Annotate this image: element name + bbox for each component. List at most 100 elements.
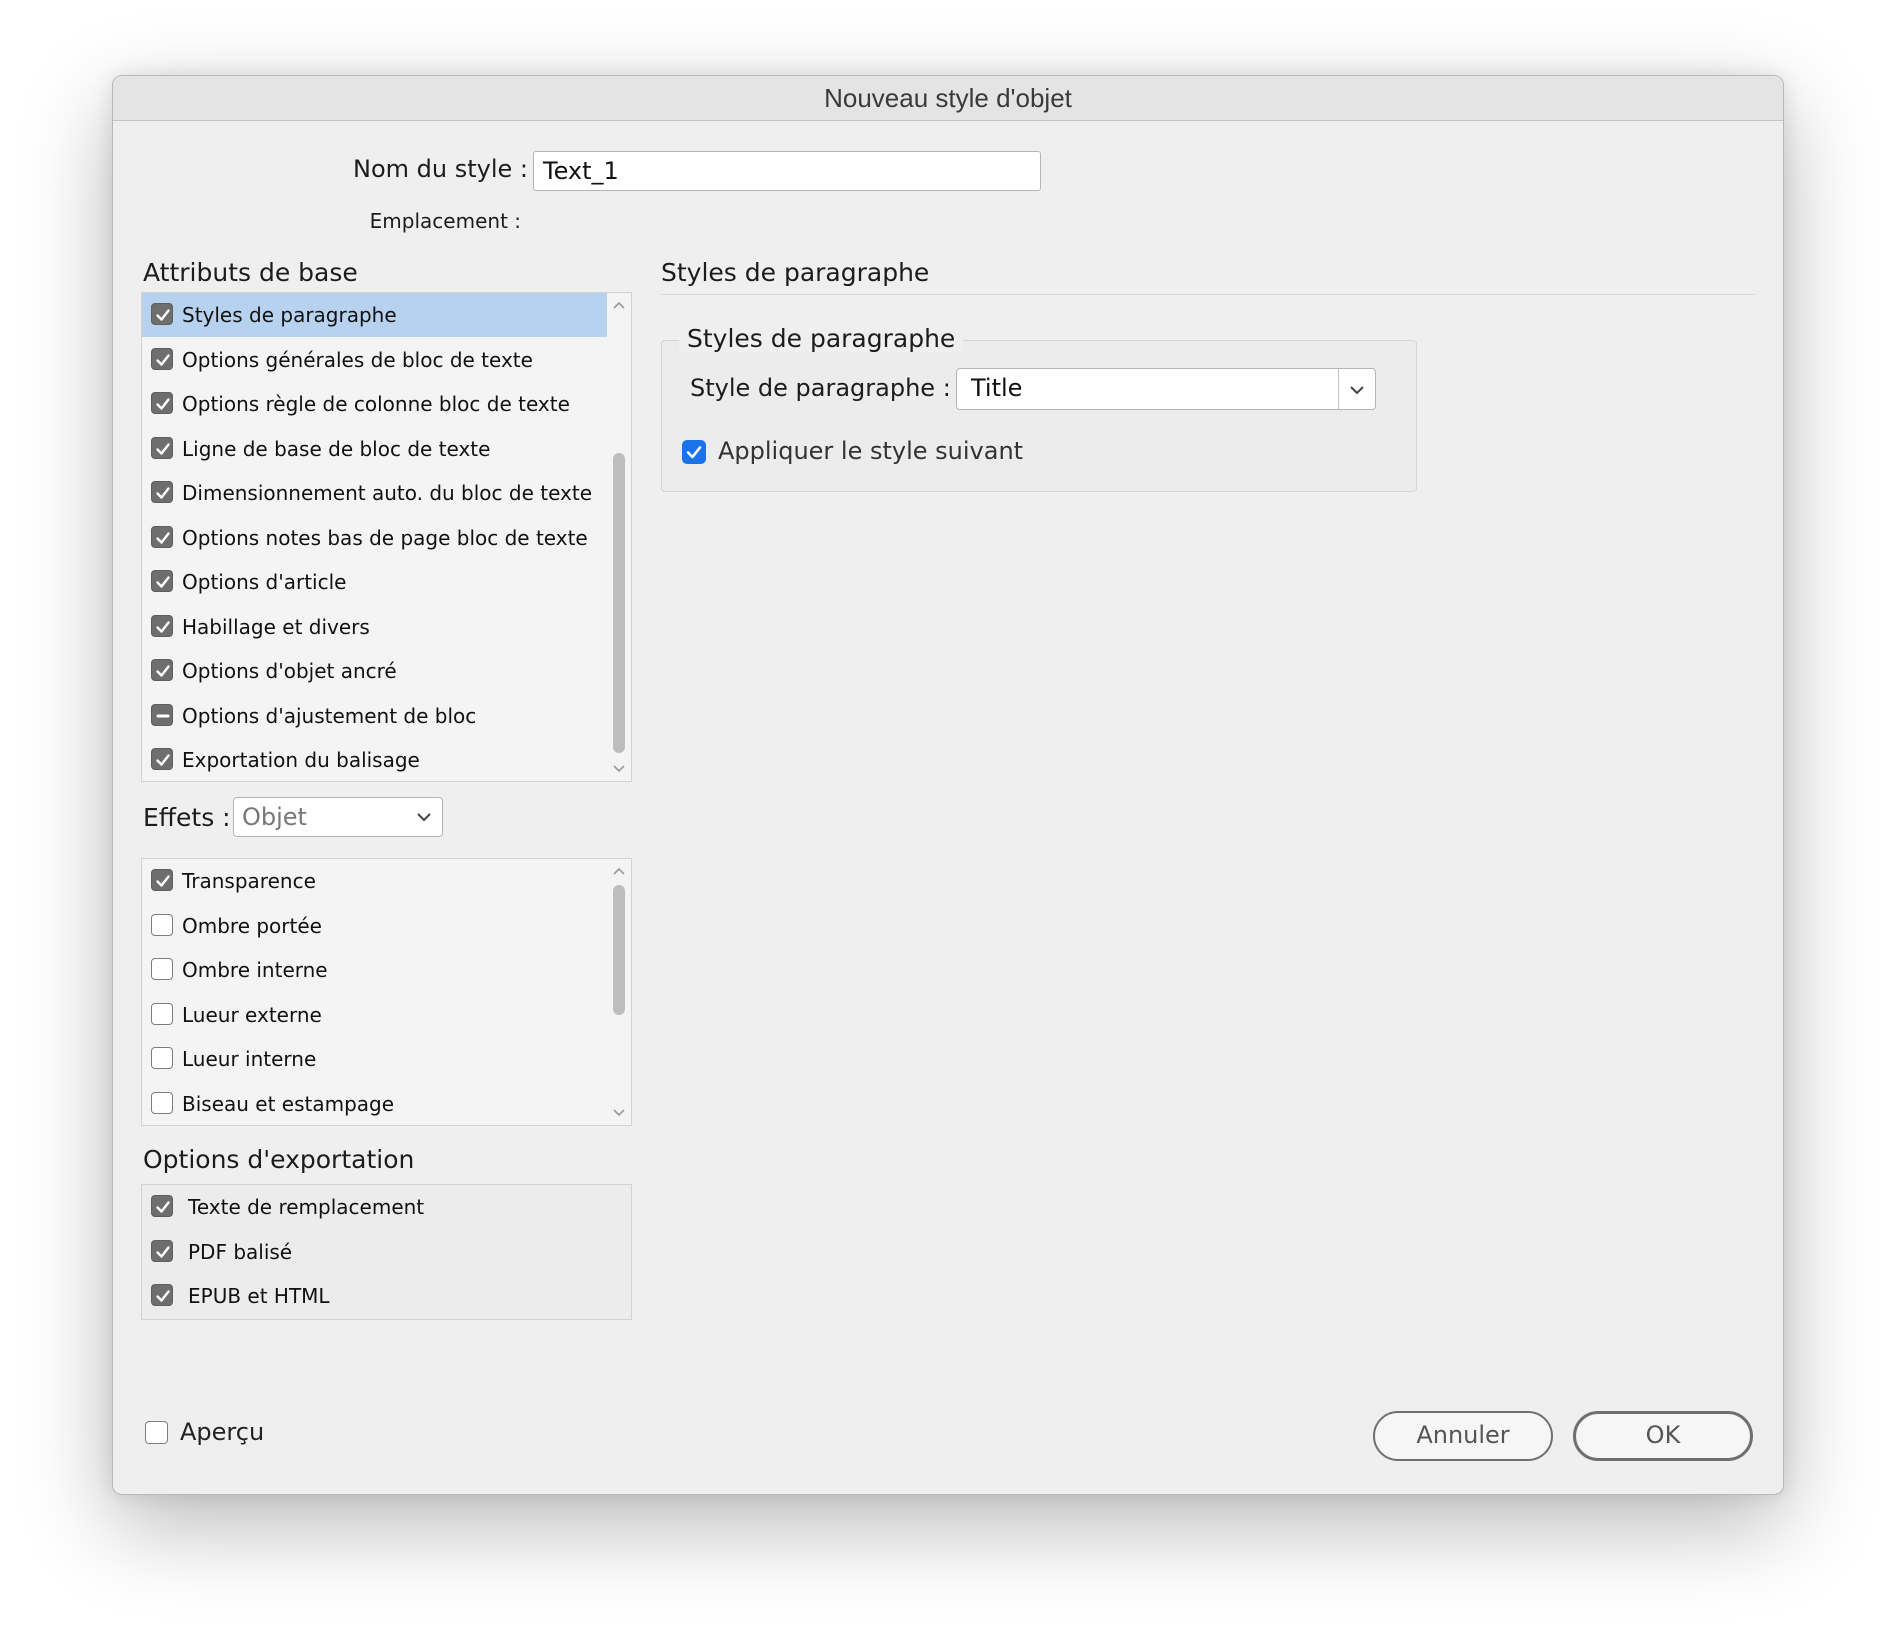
scroll-thumb[interactable] [613,885,625,1015]
list-item-label: Lueur externe [182,1002,322,1027]
list-item[interactable]: Options d'objet ancré [142,649,607,693]
list-item[interactable]: Habillage et divers [142,605,607,649]
checkbox[interactable] [151,392,173,414]
list-item[interactable]: Dimensionnement auto. du bloc de texte [142,471,607,515]
list-item-label: Options d'article [182,570,347,594]
list-item-label: Ombre interne [182,958,328,982]
apply-next-label: Appliquer le style suivant [718,437,1024,465]
list-item-label: Habillage et divers [182,614,370,639]
scroll-up-arrow-icon[interactable] [612,865,626,879]
list-item[interactable]: PDF balisé [142,1230,631,1274]
cancel-button[interactable]: Annuler [1373,1411,1553,1461]
list-item-label: Lueur interne [182,1047,317,1071]
basic-attributes-title: Attributs de base [143,258,358,287]
checkbox[interactable] [151,1284,173,1306]
chevron-down-icon [417,813,431,822]
dialog-title: Nouveau style d'objet [113,76,1783,121]
list-item-label: Options générales de bloc de texte [182,347,533,372]
dialog-window: Nouveau style d'objet Nom du style : Tex… [112,75,1784,1495]
paragraph-style-label: Style de paragraphe : [690,374,951,402]
list-item[interactable]: Biseau et estampage [142,1082,607,1126]
checkmark-icon [156,353,170,366]
checkbox[interactable] [151,869,173,891]
mixed-state-icon [156,714,170,717]
checkbox[interactable] [151,525,173,548]
chevron-down-icon [1350,386,1364,395]
list-item[interactable]: Lueur interne [142,1037,607,1081]
paragraph-styles-group [661,340,1417,492]
list-item[interactable]: Options générales de bloc de texte [142,338,607,382]
export-options-list: Texte de remplacement PDF balisé EPUB et H… [141,1184,632,1320]
list-item-label: Transparence [182,869,316,893]
export-options-title: Options d'exportation [143,1145,415,1174]
list-item[interactable]: Ombre portée [142,904,607,948]
list-item[interactable]: Options règle de colonne bloc de texte [142,382,607,426]
checkmark-icon [156,487,170,499]
checkmark-icon [156,1201,170,1213]
style-name-input[interactable]: Text_1 [533,151,1041,191]
apply-next-checkbox[interactable] [682,440,706,464]
checkmark-icon [156,754,170,766]
checkmark-icon [156,1245,170,1258]
checkbox[interactable] [151,614,173,637]
scroll-down-arrow-icon[interactable] [612,761,626,775]
checkbox[interactable] [151,436,173,459]
list-item[interactable]: Styles de paragraphe [142,293,607,337]
effects-scrollbar[interactable] [607,859,631,1125]
list-item[interactable]: Options d'ajustement de bloc [142,694,607,738]
checkbox[interactable] [151,703,173,726]
list-item[interactable]: Options notes bas de page bloc de texte [142,516,607,560]
checkmark-icon [156,531,170,544]
checkbox[interactable] [151,347,173,370]
checkbox[interactable] [151,1091,173,1114]
list-item-label: Options d'ajustement de bloc [182,703,477,728]
effects-dropdown-value: Objet [242,803,307,831]
checkmark-icon [156,665,170,677]
checkbox[interactable] [151,1195,173,1217]
checkmark-icon [156,1290,170,1302]
location-label: Emplacement : [369,209,521,233]
checkmark-icon [156,875,170,887]
list-item[interactable]: Texte de remplacement [142,1185,631,1229]
checkbox[interactable] [151,958,173,980]
list-item-label: EPUB et HTML [188,1284,330,1308]
checkbox[interactable] [151,1239,173,1262]
style-name-label: Nom du style : [353,155,528,183]
list-item[interactable]: EPUB et HTML [142,1274,631,1318]
list-item-label: Dimensionnement auto. du bloc de texte [182,481,593,505]
list-item[interactable]: Ombre interne [142,948,607,992]
checkbox[interactable] [151,1002,173,1025]
list-item-label: Options règle de colonne bloc de texte [182,392,570,416]
panel-title: Styles de paragraphe [661,258,930,287]
checkbox[interactable] [151,303,173,325]
scroll-up-arrow-icon[interactable] [612,299,626,313]
effects-dropdown[interactable]: Objet [233,797,443,837]
checkbox[interactable] [151,570,173,592]
checkbox[interactable] [151,748,173,770]
list-item-label: PDF balisé [188,1239,293,1264]
basic-attributes-scrollbar[interactable] [607,293,631,781]
checkmark-icon [686,446,702,459]
checkbox[interactable] [151,659,173,681]
paragraph-style-value: Title [971,374,1023,402]
checkbox[interactable] [151,481,173,503]
scroll-thumb[interactable] [613,453,625,753]
checkbox[interactable] [151,913,173,936]
list-item[interactable]: Ligne de base de bloc de texte [142,427,607,471]
group-title: Styles de paragraphe [679,324,964,353]
list-item[interactable]: Options d'article [142,560,607,604]
scroll-down-arrow-icon[interactable] [612,1105,626,1119]
checkmark-icon [156,620,170,633]
list-item[interactable]: Lueur externe [142,993,607,1037]
checkbox[interactable] [151,1047,173,1069]
ok-button[interactable]: OK [1573,1411,1753,1461]
preview-checkbox[interactable] [145,1421,168,1444]
list-item-label: Texte de remplacement [188,1195,425,1219]
checkmark-icon [156,442,170,455]
paragraph-style-dropdown[interactable]: Title [956,368,1376,410]
list-item[interactable]: Exportation du balisage [142,738,607,781]
dropdown-separator [1338,369,1339,409]
list-item-label: Ombre portée [182,913,322,938]
effects-list: Transparence Ombre portée Ombre interne Lue… [141,858,632,1126]
list-item[interactable]: Transparence [142,859,607,903]
